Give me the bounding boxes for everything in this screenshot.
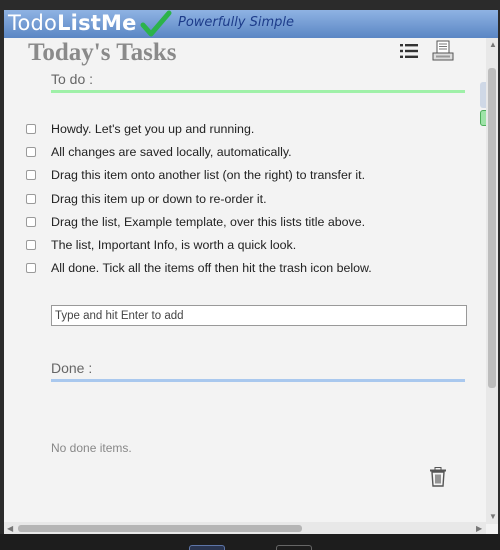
- todo-divider: [51, 90, 465, 93]
- item-text: Drag this item up or down to re-order it…: [51, 191, 267, 206]
- check-logo-icon: [140, 10, 172, 37]
- scroll-left-arrow-icon[interactable]: ◀: [7, 524, 13, 533]
- item-text: The list, Important Info, is worth a qui…: [51, 238, 297, 253]
- list-view-icon[interactable]: [400, 43, 418, 59]
- list-item[interactable]: All changes are saved locally, automatic…: [26, 140, 466, 163]
- logo-part-listme: ListMe: [57, 11, 137, 35]
- print-icon[interactable]: [432, 40, 454, 62]
- logo-part-todo: Todo: [8, 11, 58, 35]
- vertical-scrollbar[interactable]: ▲ ▼: [486, 38, 498, 524]
- tagline: Powerfully Simple: [178, 15, 295, 30]
- taskbar: [0, 534, 500, 550]
- list-item[interactable]: Howdy. Let's get you up and running.: [26, 117, 466, 140]
- scroll-up-arrow-icon[interactable]: ▲: [489, 40, 497, 49]
- item-text: Drag the list, Example template, over th…: [51, 214, 366, 229]
- todo-list: Howdy. Let's get you up and running. All…: [26, 117, 466, 280]
- item-checkbox[interactable]: [26, 123, 36, 134]
- scroll-down-arrow-icon[interactable]: ▼: [489, 512, 497, 521]
- item-text: All done. Tick all the items off then hi…: [51, 261, 372, 276]
- list-item[interactable]: All done. Tick all the items off then hi…: [26, 257, 466, 280]
- item-checkbox[interactable]: [26, 193, 36, 204]
- no-done-message: No done items.: [51, 441, 132, 455]
- taskbar-button[interactable]: [276, 545, 312, 550]
- list-item[interactable]: The list, Important Info, is worth a qui…: [26, 233, 466, 256]
- item-checkbox[interactable]: [26, 216, 36, 227]
- item-checkbox[interactable]: [26, 146, 36, 157]
- taskbar-button-active[interactable]: [189, 545, 225, 550]
- list-item[interactable]: Drag this item up or down to re-order it…: [26, 187, 466, 210]
- done-section-label: Done :: [51, 360, 93, 376]
- list-item[interactable]: Drag this item onto another list (on the…: [26, 164, 466, 187]
- item-text: All changes are saved locally, automatic…: [51, 144, 292, 159]
- done-divider: [51, 379, 465, 382]
- todo-section-label: To do :: [51, 71, 94, 87]
- list-item[interactable]: Drag the list, Example template, over th…: [26, 210, 466, 233]
- add-item-input[interactable]: [51, 305, 467, 326]
- item-text: Howdy. Let's get you up and running.: [51, 121, 255, 136]
- vertical-scroll-thumb[interactable]: [488, 68, 496, 388]
- horizontal-scrollbar[interactable]: ◀ ▶: [4, 522, 486, 534]
- trash-icon[interactable]: [429, 467, 447, 487]
- item-checkbox[interactable]: [26, 170, 36, 181]
- item-text: Drag this item onto another list (on the…: [51, 168, 366, 183]
- horizontal-scroll-thumb[interactable]: [18, 525, 302, 532]
- app-window: TodoListMe Powerfully Simple Today's Tas…: [4, 10, 498, 534]
- item-checkbox[interactable]: [26, 240, 36, 251]
- list-title[interactable]: Today's Tasks: [28, 39, 177, 67]
- app-header: TodoListMe Powerfully Simple: [4, 10, 498, 38]
- app-logo[interactable]: TodoListMe: [8, 11, 137, 35]
- scroll-right-arrow-icon[interactable]: ▶: [476, 524, 482, 533]
- item-checkbox[interactable]: [26, 263, 36, 274]
